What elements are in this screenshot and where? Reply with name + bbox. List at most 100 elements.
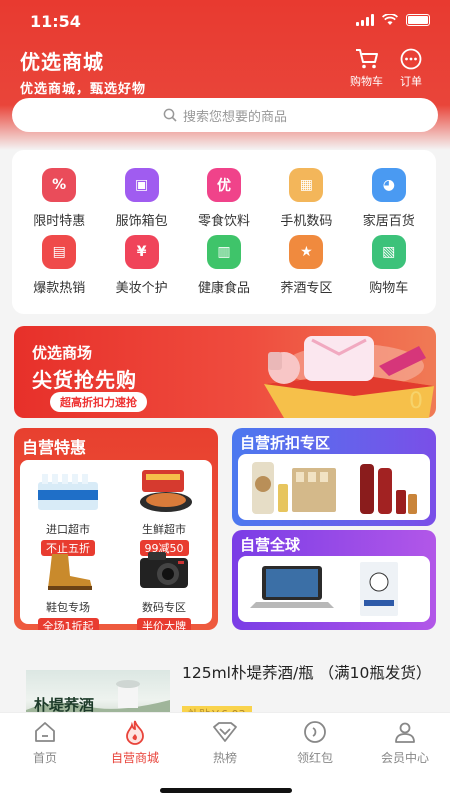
orders-label: 订单: [400, 75, 422, 88]
tab-label: 首页: [32, 751, 57, 765]
snack-icon: 优: [206, 168, 241, 202]
category-item[interactable]: % 限时特惠: [18, 168, 100, 229]
product-shoes-bags[interactable]: 鞋包专场 全场1折起: [20, 548, 116, 630]
tab-label: 会员中心: [380, 751, 429, 765]
product-tag: 全场1折起: [37, 618, 99, 630]
money-bag-icon: ¥: [124, 235, 159, 269]
category-item[interactable]: ▧ 购物车: [348, 235, 430, 296]
tab-label: 自营商城: [110, 751, 159, 765]
discount-products-image: [252, 462, 417, 514]
search-icon: [163, 108, 177, 122]
product-name: 进口超市: [46, 523, 90, 536]
category-label: 手机数码: [280, 214, 333, 229]
product-name: 数码专区: [142, 601, 186, 614]
ranking-icon: [213, 722, 237, 742]
noodles-image: [140, 470, 192, 512]
cart-icon: [355, 49, 378, 69]
tab-ranking[interactable]: 热榜: [180, 719, 270, 766]
category-label: 购物车: [369, 281, 409, 296]
wifi-icon: [382, 14, 398, 25]
product-name: 鞋包专场: [46, 601, 90, 614]
home-indicator: [160, 788, 292, 793]
boots-image: [48, 554, 92, 590]
featured-product-name: 125ml朴堤荞酒/瓶 （满10瓶发货）: [182, 664, 432, 682]
product-digital-zone[interactable]: 数码专区 半价大牌: [116, 548, 212, 630]
gift-box-illustration: 0: [264, 336, 434, 418]
water-bottles-image: [38, 474, 98, 510]
status-bar: 11:54: [0, 0, 450, 44]
global-zone-title: 自营全球: [240, 536, 301, 554]
flame-icon: [126, 720, 144, 745]
status-icons: [356, 14, 430, 26]
search-placeholder: 搜索您想要的商品: [182, 109, 287, 125]
box-icon: ▦: [289, 168, 324, 202]
category-label: 美妆个护: [115, 281, 168, 296]
featured-product[interactable]: 朴堤荞酒 125ml朴堤荞酒/瓶 （满10瓶发货） 补贴￥6.03: [14, 660, 436, 720]
tab-red-packet[interactable]: 领红包: [270, 719, 360, 766]
self-deals-panel[interactable]: 自营特惠 进口超市 不止五折 生鲜超市 99减50 鞋包专场 全场1折起 数码专…: [14, 428, 218, 630]
category-label: 限时特惠: [33, 214, 86, 229]
basket-icon: ▥: [206, 235, 241, 269]
signal-icon: [356, 14, 374, 26]
banner-line1: 优选商场: [32, 344, 93, 362]
tab-self-mall[interactable]: 自营商城: [90, 719, 180, 766]
category-grid: % 限时特惠 ▣ 服饰箱包优零食饮料 ▦ 手机数码 ◕ 家居百货 ▤ 爆款热销 ¥ 美妆个护 ▥ 健康食品…: [12, 150, 436, 314]
cart-button[interactable]: 购物车: [350, 48, 383, 89]
status-time: 11:54: [30, 12, 81, 31]
tab-home[interactable]: 首页: [0, 719, 90, 766]
header: 11:54 优选商城 优选商城，甄选好物 购物车 订单 搜索您想要的商品: [0, 0, 450, 150]
category-label: 荞酒专区: [280, 281, 333, 296]
tab-label: 领红包: [296, 751, 333, 765]
category-label: 爆款热销: [33, 281, 86, 296]
discount-icon: %: [42, 168, 77, 202]
camera-image: [140, 552, 188, 588]
tab-bar: 首页 自营商城 热榜 领红包 会员中心: [0, 712, 450, 800]
page-title: 优选商城: [20, 50, 104, 74]
category-item[interactable]: ¥ 美妆个护: [100, 235, 182, 296]
category-item[interactable]: ▥ 健康食品: [183, 235, 265, 296]
home-icon: [35, 722, 55, 742]
red-packet-icon: [304, 721, 326, 743]
product-tag: 半价大牌: [137, 618, 191, 630]
global-zone-panel[interactable]: 自营全球: [232, 530, 436, 630]
orders-button[interactable]: 订单: [400, 48, 422, 89]
product-name: 生鲜超市: [142, 523, 186, 536]
self-deals-products: 进口超市 不止五折 生鲜超市 99减50 鞋包专场 全场1折起 数码专区 半价大…: [20, 460, 212, 630]
global-products-image: [250, 562, 398, 616]
category-item[interactable]: 优零食饮料: [183, 168, 265, 229]
banner-line2: 尖货抢先购: [32, 368, 137, 392]
product-import-market[interactable]: 进口超市 不止五折: [20, 470, 116, 556]
category-item[interactable]: ▣ 服饰箱包: [100, 168, 182, 229]
battery-icon: [406, 14, 430, 26]
bag-icon: ▣: [124, 168, 159, 202]
discount-zone-title: 自营折扣专区: [240, 434, 331, 452]
product-fresh-market[interactable]: 生鲜超市 99减50: [116, 470, 212, 556]
tab-label: 热榜: [212, 751, 237, 765]
svg-text:0: 0: [409, 389, 423, 414]
category-label: 家居百货: [362, 214, 415, 229]
page-subtitle: 优选商城，甄选好物: [20, 82, 147, 97]
banner-pill: 超高折扣力速抢: [50, 392, 147, 412]
hot-sale-icon: ▤: [42, 235, 77, 269]
more-icon: [400, 48, 422, 70]
global-zone-products: [238, 556, 430, 622]
category-item[interactable]: ★ 荞酒专区: [265, 235, 347, 296]
medal-icon: ★: [289, 235, 324, 269]
search-bar[interactable]: 搜索您想要的商品: [12, 98, 438, 132]
discount-zone-panel[interactable]: 自营折扣专区: [232, 428, 436, 526]
home-goods-icon: ◕: [371, 168, 406, 202]
brand: 优选商城 优选商城，甄选好物: [20, 46, 146, 97]
category-item[interactable]: ▤ 爆款热销: [18, 235, 100, 296]
category-label: 健康食品: [197, 281, 250, 296]
discount-zone-products: [238, 454, 430, 520]
category-label: 零食饮料: [197, 214, 250, 229]
profile-icon: [395, 722, 415, 743]
category-label: 服饰箱包: [115, 214, 168, 229]
cart-icon: ▧: [371, 235, 406, 269]
category-item[interactable]: ▦ 手机数码: [265, 168, 347, 229]
self-deals-title: 自营特惠: [22, 438, 87, 457]
category-item[interactable]: ◕ 家居百货: [348, 168, 430, 229]
tab-member-center[interactable]: 会员中心: [360, 719, 450, 766]
cart-label: 购物车: [350, 75, 383, 88]
promo-banner[interactable]: 优选商场 尖货抢先购 超高折扣力速抢 0: [14, 326, 436, 418]
